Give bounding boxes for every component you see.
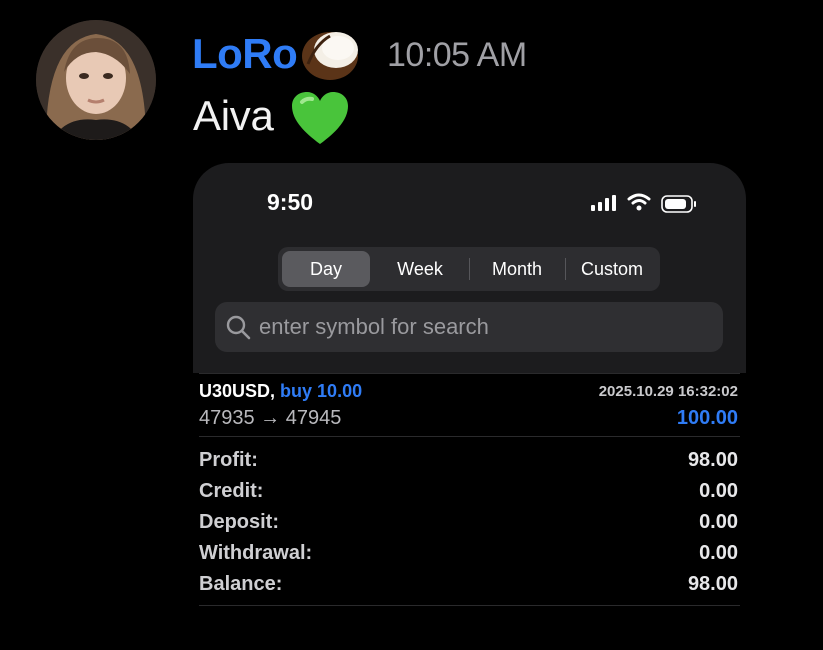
status-time: 9:50 [267, 189, 314, 215]
wifi-icon [627, 193, 651, 211]
deal-profit: 100.00 [676, 407, 738, 429]
coconut-icon [302, 32, 358, 80]
avatar-image [36, 20, 156, 140]
summary-row-withdrawal: Withdrawal: 0.00 [199, 542, 738, 570]
author-name[interactable]: LoRo [192, 30, 298, 78]
signal-icon [591, 195, 616, 211]
summary-value: 98.00 [687, 573, 738, 595]
summary-value: 0.00 [699, 511, 738, 533]
divider [199, 605, 740, 606]
search-input[interactable]: enter symbol for search [215, 302, 723, 352]
tab-week[interactable]: Week [374, 251, 466, 287]
summary-label: Profit: [199, 449, 258, 471]
trade-screenshot[interactable]: 9:50 Day Week Month Custom enter symbol … [193, 163, 746, 650]
avatar[interactable] [36, 20, 156, 140]
tab-month[interactable]: Month [470, 251, 564, 287]
deal-symbol-text: U30USD, [199, 381, 276, 401]
history-list: U30USD, buy 10.00 2025.10.29 16:32:02 47… [193, 373, 746, 650]
summary-label: Credit: [199, 480, 264, 502]
period-segmented-control: Day Week Month Custom [278, 247, 660, 291]
tab-day[interactable]: Day [282, 251, 370, 287]
divider [199, 436, 740, 437]
summary-label: Withdrawal: [199, 542, 313, 564]
summary-value: 98.00 [687, 449, 738, 471]
battery-icon [661, 195, 696, 213]
summary-value: 0.00 [699, 542, 738, 564]
message-text: Aiva [193, 92, 274, 139]
summary-value: 0.00 [699, 480, 738, 502]
deal-datetime: 2025.10.29 16:32:02 [598, 383, 738, 400]
message-timestamp: 10:05 AM [387, 36, 527, 74]
summary-row-credit: Credit: 0.00 [199, 480, 738, 508]
deal-symbol: U30USD, buy 10.00 [199, 381, 362, 402]
deal-prices: 47935 → 47945 [199, 407, 342, 429]
summary-label: Deposit: [199, 511, 279, 533]
chat-message: LoRo 10:05 AM Aiva 9:50 Day Week Month C… [0, 0, 823, 650]
tab-custom[interactable]: Custom [566, 251, 658, 287]
summary-row-profit: Profit: 98.00 [199, 449, 738, 477]
green-heart-icon [292, 92, 348, 144]
deal-action: buy 10.00 [280, 381, 363, 401]
summary-row-deposit: Deposit: 0.00 [199, 511, 738, 539]
summary-row-balance: Balance: 98.00 [199, 573, 738, 601]
search-placeholder: enter symbol for search [259, 314, 489, 339]
divider [199, 373, 740, 374]
search-icon [226, 315, 251, 340]
summary-label: Balance: [199, 573, 283, 595]
